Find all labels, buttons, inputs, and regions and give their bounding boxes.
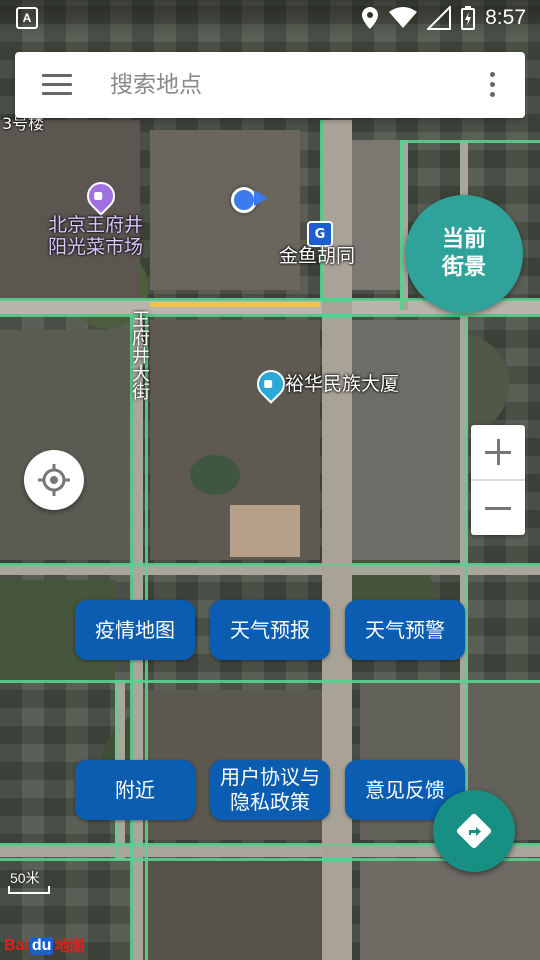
- poi-label-building[interactable]: 裕华民族大厦: [285, 373, 399, 395]
- map-block: [140, 860, 340, 960]
- road-highlight: [400, 140, 403, 310]
- poi-label-market[interactable]: 北京王府井 阳光菜市场: [48, 214, 143, 258]
- directions-icon: [456, 813, 492, 849]
- zoom-in-button[interactable]: [471, 425, 525, 479]
- logo-text-du: du: [29, 936, 54, 955]
- road-label: 王府井大街: [129, 310, 150, 400]
- road-highlight: [400, 140, 540, 143]
- more-vertical-icon[interactable]: [477, 70, 507, 100]
- locate-me-button[interactable]: [24, 450, 84, 510]
- map-scale-bar: [8, 886, 50, 894]
- heading-arrow-icon: [254, 190, 268, 206]
- location-icon: [362, 7, 379, 29]
- map-block: [190, 455, 240, 495]
- status-time: 8:57: [485, 6, 526, 29]
- map-scale-label: 50米: [10, 870, 40, 886]
- app-notification-icon: A: [16, 7, 38, 29]
- zoom-out-button[interactable]: [471, 481, 525, 535]
- map-road-yellow: [150, 302, 320, 307]
- road-highlight: [0, 563, 540, 566]
- baidu-map-logo: Bai du 地图: [4, 935, 84, 956]
- streetview-label-line2: 街景: [441, 255, 486, 280]
- road-highlight: [0, 314, 540, 317]
- logo-text-bai: Bai: [4, 936, 29, 954]
- minus-icon: [485, 506, 511, 510]
- road-highlight: [320, 120, 323, 300]
- map-block: [345, 140, 405, 290]
- search-bar: [15, 52, 525, 118]
- map-block: [350, 320, 460, 560]
- nearby-button[interactable]: 附近: [75, 760, 195, 820]
- crosshair-icon: [38, 464, 70, 496]
- streetview-button[interactable]: 当前 街景: [405, 195, 523, 313]
- map-block: [150, 130, 300, 290]
- poi-label-metro[interactable]: 金鱼胡同: [279, 245, 355, 267]
- road-highlight: [465, 314, 468, 844]
- map-road: [0, 565, 540, 575]
- battery-icon: [461, 6, 476, 30]
- route-button[interactable]: [433, 790, 515, 872]
- map-block: [230, 505, 300, 557]
- status-bar: A 8:57: [0, 0, 540, 36]
- zoom-controls: [471, 425, 525, 535]
- streetview-label-line1: 当前: [441, 227, 486, 252]
- wifi-icon: [389, 7, 418, 28]
- map-block: [360, 860, 540, 960]
- epidemic-map-button[interactable]: 疫情地图: [75, 600, 195, 660]
- signal-icon: [427, 6, 452, 30]
- map-block: [0, 120, 140, 300]
- search-input[interactable]: [108, 64, 477, 106]
- weather-forecast-button[interactable]: 天气预报: [210, 600, 330, 660]
- logo-text-map: 地图: [54, 938, 85, 955]
- user-agreement-privacy-button[interactable]: 用户协议与 隐私政策: [210, 760, 330, 820]
- hamburger-menu-icon[interactable]: [42, 74, 72, 96]
- metro-icon[interactable]: G: [307, 221, 333, 247]
- road-highlight: [0, 680, 540, 683]
- weather-warning-button[interactable]: 天气预警: [345, 600, 465, 660]
- map-block: [0, 330, 130, 560]
